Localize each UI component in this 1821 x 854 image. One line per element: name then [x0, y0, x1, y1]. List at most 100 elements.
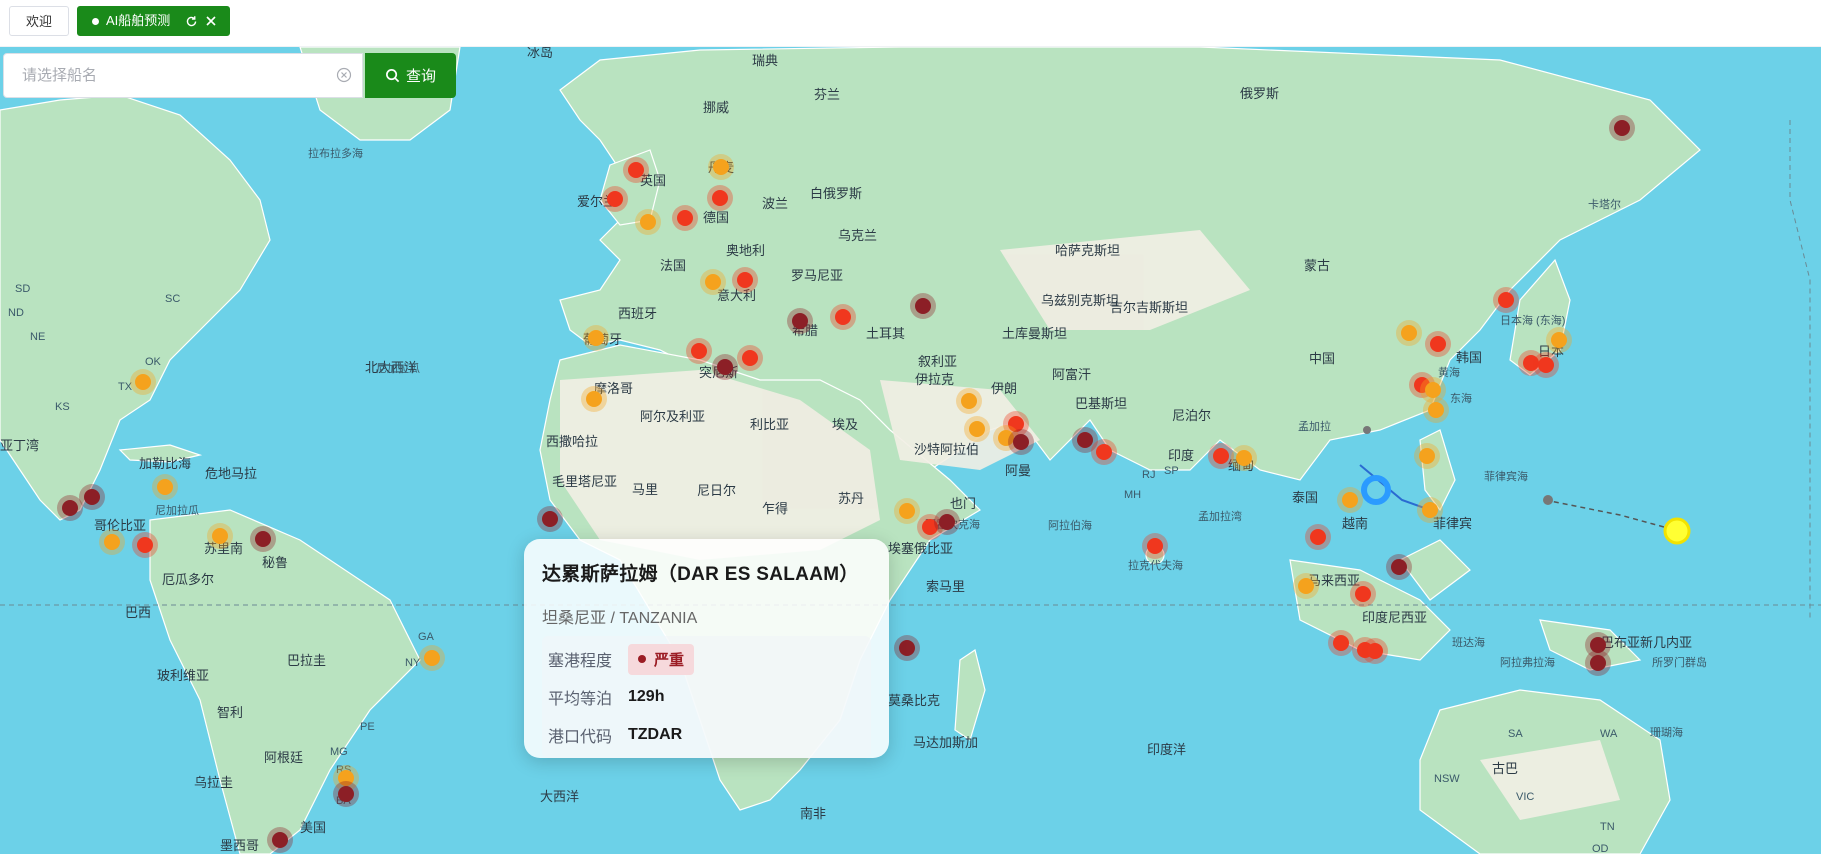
map-label: 拉克代夫海 [1128, 558, 1183, 572]
port-marker[interactable] [79, 484, 105, 510]
ship-name-input[interactable] [3, 53, 363, 98]
map-label: NY [405, 657, 421, 669]
port-marker-dot [1425, 382, 1441, 398]
port-marker[interactable] [1609, 115, 1635, 141]
port-marker[interactable] [267, 827, 293, 853]
port-marker[interactable] [956, 388, 982, 414]
map-label: 利比亚 [750, 417, 789, 432]
port-marker[interactable] [1305, 524, 1331, 550]
map-label: 乍得 [762, 501, 788, 516]
port-marker-dot [1590, 655, 1606, 671]
close-icon[interactable] [204, 14, 218, 28]
tab-label: AI船舶预测 [106, 13, 171, 28]
port-marker-dot [1355, 586, 1371, 602]
port-marker-dot [737, 272, 753, 288]
map-label: 厄瓜多尔 [162, 572, 214, 587]
port-marker[interactable] [737, 345, 763, 371]
query-button[interactable]: 查询 [365, 53, 456, 98]
port-marker[interactable] [1546, 327, 1572, 353]
port-marker[interactable] [623, 157, 649, 183]
port-marker[interactable] [894, 635, 920, 661]
port-marker[interactable] [1008, 429, 1034, 455]
port-marker[interactable] [1091, 439, 1117, 465]
map-label: SP [1164, 465, 1179, 477]
port-marker[interactable] [207, 523, 233, 549]
port-marker-dot [899, 503, 915, 519]
map-label: 黄海 [1438, 365, 1460, 379]
port-marker[interactable] [712, 354, 738, 380]
port-marker[interactable] [1417, 497, 1443, 523]
port-marker[interactable] [1396, 320, 1422, 346]
map-label: 乌兹别克斯坦 [1041, 293, 1119, 308]
typhoon-icon[interactable] [1663, 517, 1691, 545]
port-marker[interactable] [1386, 554, 1412, 580]
map-label: PE [360, 721, 375, 733]
port-marker[interactable] [1293, 573, 1319, 599]
world-map[interactable]: 冰岛 瑞典 芬兰 挪威 俄罗斯 英国 丹麦 爱尔兰 德国 波兰 白俄罗斯 乌克兰… [0, 47, 1821, 854]
map-label: 德国 [703, 210, 729, 225]
port-marker[interactable] [787, 308, 813, 334]
port-marker[interactable] [1493, 287, 1519, 313]
map-label: 阿拉伯海 [1048, 518, 1092, 532]
port-marker[interactable] [700, 269, 726, 295]
avg-wait-row: 平均等泊 129h [548, 678, 865, 716]
port-marker[interactable] [583, 325, 609, 351]
port-marker[interactable] [152, 474, 178, 500]
port-marker-dot [212, 528, 228, 544]
refresh-icon[interactable] [184, 14, 198, 28]
map-label: TN [1600, 821, 1615, 833]
port-marker-dot [1401, 325, 1417, 341]
port-marker[interactable] [250, 526, 276, 552]
port-marker[interactable] [934, 509, 960, 535]
port-marker[interactable] [419, 645, 445, 671]
port-marker[interactable] [830, 304, 856, 330]
port-details: 塞港程度 严重 平均等泊 129h 港口代码 TZDAR [542, 636, 871, 758]
port-marker-dot [1213, 448, 1229, 464]
map-label: 中国 [1309, 351, 1335, 366]
port-marker[interactable] [1350, 581, 1376, 607]
port-marker[interactable] [894, 498, 920, 524]
port-marker[interactable] [1142, 533, 1168, 559]
port-marker[interactable] [130, 369, 156, 395]
tab-ai-ship-prediction[interactable]: AI船舶预测 [77, 6, 230, 36]
port-marker[interactable] [581, 386, 607, 412]
port-marker-dot [1367, 643, 1383, 659]
port-marker[interactable] [1423, 397, 1449, 423]
map-label: 阿拉弗拉海 [1500, 655, 1555, 669]
port-marker[interactable] [132, 532, 158, 558]
tab-welcome[interactable]: 欢迎 [9, 6, 69, 36]
port-marker-dot [677, 210, 693, 226]
port-marker[interactable] [99, 529, 125, 555]
port-marker[interactable] [1585, 650, 1611, 676]
map-label: WA [1600, 728, 1618, 740]
port-marker[interactable] [333, 781, 359, 807]
port-marker[interactable] [672, 205, 698, 231]
port-marker-dot [835, 309, 851, 325]
map-label: 土耳其 [866, 326, 905, 341]
map-canvas: 冰岛 瑞典 芬兰 挪威 俄罗斯 英国 丹麦 爱尔兰 德国 波兰 白俄罗斯 乌克兰… [0, 47, 1821, 854]
port-marker[interactable] [602, 186, 628, 212]
port-marker[interactable] [537, 506, 563, 532]
port-marker[interactable] [686, 338, 712, 364]
port-marker[interactable] [1414, 443, 1440, 469]
port-marker[interactable] [732, 267, 758, 293]
port-marker[interactable] [1231, 445, 1257, 471]
port-marker[interactable] [1328, 630, 1354, 656]
map-label: 智利 [217, 705, 243, 720]
congestion-badge: 严重 [628, 643, 695, 675]
port-marker-dot [542, 511, 558, 527]
port-marker[interactable] [708, 154, 734, 180]
port-marker[interactable] [964, 416, 990, 442]
port-marker[interactable] [1533, 352, 1559, 378]
port-marker[interactable] [57, 495, 83, 521]
port-marker[interactable] [635, 209, 661, 235]
port-marker[interactable] [1362, 638, 1388, 664]
port-marker[interactable] [707, 185, 733, 211]
port-marker[interactable] [1208, 443, 1234, 469]
port-marker[interactable] [910, 293, 936, 319]
active-dot-icon [92, 17, 99, 25]
port-marker[interactable] [1337, 487, 1363, 513]
port-marker[interactable] [1425, 331, 1451, 357]
clear-icon[interactable] [336, 67, 352, 83]
map-label: 伊拉克 [915, 372, 954, 387]
